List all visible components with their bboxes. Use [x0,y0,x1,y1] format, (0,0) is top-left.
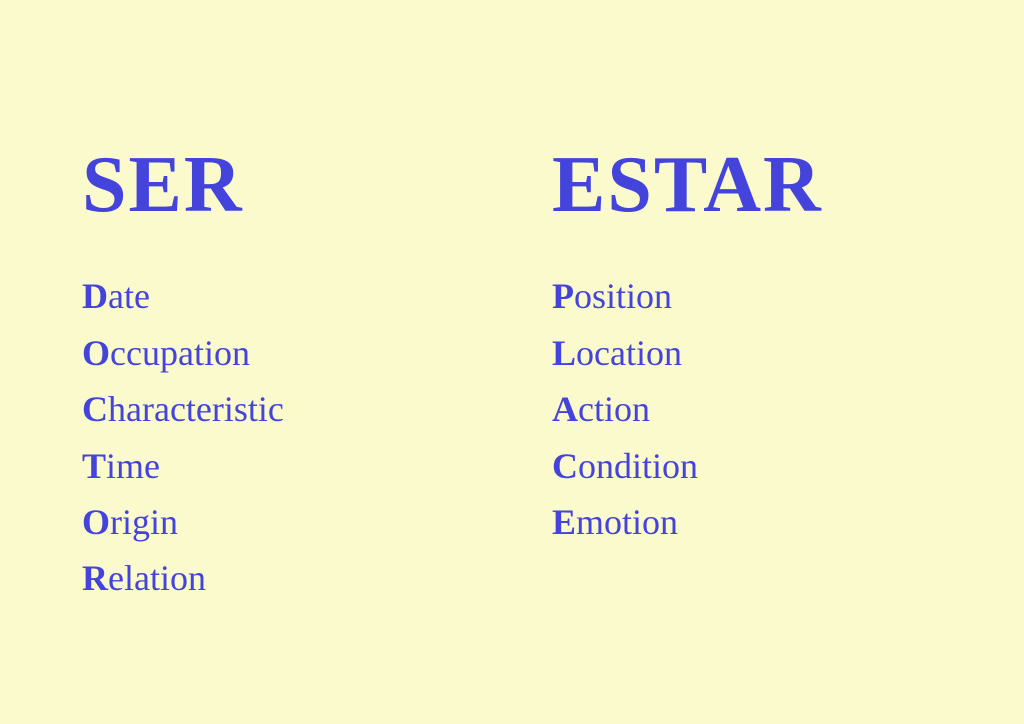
list-item: Action [552,384,942,434]
acro-rest: rigin [110,502,178,542]
list-item: Condition [552,441,942,491]
list-item: Location [552,328,942,378]
estar-column: ESTAR PositionLocationActionConditionEmo… [552,140,942,603]
acro-letter: D [82,276,108,316]
acro-rest: ction [578,389,650,429]
acro-rest: haracteristic [108,389,284,429]
acro-letter: E [552,502,576,542]
acro-rest: ate [108,276,150,316]
list-item: Emotion [552,497,942,547]
main-container: SER DateOccupationCharacteristicTimeOrig… [82,120,942,603]
acro-rest: ccupation [110,333,250,373]
list-item: Origin [82,497,472,547]
acro-rest: ime [106,446,160,486]
acro-rest: osition [574,276,672,316]
list-item: Characteristic [82,384,472,434]
acro-letter: A [552,389,578,429]
list-item: Occupation [82,328,472,378]
acro-letter: O [82,333,110,373]
ser-acro-list: DateOccupationCharacteristicTimeOriginRe… [82,271,472,603]
acro-rest: ondition [578,446,698,486]
acro-letter: O [82,502,110,542]
list-item: Time [82,441,472,491]
ser-title: SER [82,140,472,231]
list-item: Position [552,271,942,321]
acro-rest: elation [108,558,206,598]
acro-rest: motion [576,502,678,542]
acro-letter: R [82,558,108,598]
acro-letter: L [552,333,576,373]
acro-letter: C [82,389,108,429]
acro-letter: P [552,276,574,316]
list-item: Relation [82,553,472,603]
estar-acro-list: PositionLocationActionConditionEmotion [552,271,942,547]
estar-title: ESTAR [552,140,942,231]
acro-letter: T [82,446,106,486]
acro-rest: ocation [576,333,682,373]
list-item: Date [82,271,472,321]
acro-letter: C [552,446,578,486]
ser-column: SER DateOccupationCharacteristicTimeOrig… [82,140,472,603]
